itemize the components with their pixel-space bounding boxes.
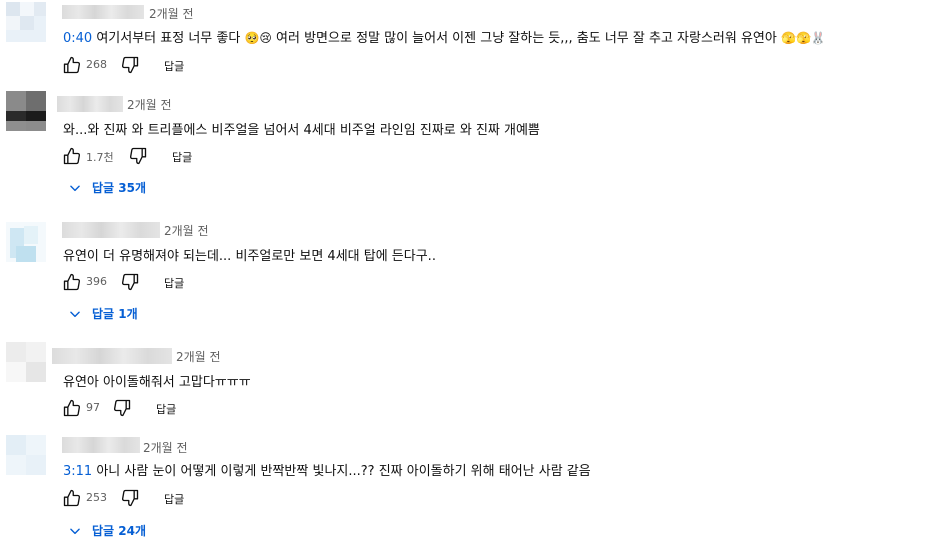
rabbit-emoji: 🐰 — [810, 31, 826, 45]
reply-button[interactable]: 답글 — [164, 491, 184, 507]
thumbs-down-icon[interactable] — [128, 146, 148, 166]
replies-count-label[interactable]: 답글 1개 — [92, 305, 138, 322]
thumbs-up-icon[interactable] — [62, 55, 82, 75]
avatar[interactable] — [6, 435, 46, 475]
replies-count-label[interactable]: 답글 24개 — [92, 522, 146, 539]
like-count: 1.7천 — [86, 151, 114, 164]
comment-time[interactable]: 2개월 전 — [143, 439, 188, 456]
chevron-down-icon — [70, 528, 80, 535]
author-name[interactable] — [57, 96, 123, 112]
face-emoji: 🫣 — [780, 31, 796, 45]
comment: 2개월 전 3:11 아니 사람 눈이 어떻게 이렇게 반짝반짝 빛나지...?… — [0, 432, 940, 547]
comment-time[interactable]: 2개월 전 — [164, 222, 209, 239]
comment: 2개월 전 와...와 진짜 와 트리플에스 비주얼을 넘어서 4세대 비주얼 … — [0, 88, 940, 208]
comment: 2개월 전 유연아 아이돌해줘서 고맙다ㅠㅠㅠ 97 답글 — [0, 340, 940, 425]
thumbs-up-icon[interactable] — [62, 398, 82, 418]
reply-button[interactable]: 답글 — [164, 58, 184, 74]
thumbs-down-icon[interactable] — [120, 55, 140, 75]
comment: 2개월 전 유연이 더 유명해져야 되는데... 비주얼로만 보면 4세대 탑에… — [0, 214, 940, 334]
timestamp-link[interactable]: 0:40 — [63, 31, 92, 46]
thumbs-down-icon[interactable] — [120, 272, 140, 292]
avatar[interactable] — [6, 342, 46, 382]
comment-actions: 253 답글 — [62, 488, 262, 510]
thumbs-up-icon[interactable] — [62, 272, 82, 292]
comment-text: 3:11 아니 사람 눈이 어떻게 이렇게 반짝반짝 빛나지...?? 진짜 아… — [63, 460, 591, 479]
comment-actions: 97 답글 — [62, 398, 262, 420]
comment-actions: 268 답글 — [62, 55, 262, 77]
chevron-down-icon — [70, 185, 80, 192]
avatar[interactable] — [6, 222, 46, 262]
chevron-down-icon — [70, 311, 80, 318]
view-replies-button[interactable]: 답글 35개 — [68, 179, 208, 199]
comment-text: 유연아 아이돌해줘서 고맙다ㅠㅠㅠ — [63, 375, 251, 390]
author-name[interactable] — [62, 437, 140, 453]
comment-text-part: 여기서부터 표정 너무 좋다 — [92, 31, 245, 46]
thumbs-up-icon[interactable] — [62, 488, 82, 508]
reply-button[interactable]: 답글 — [164, 275, 184, 291]
comment-text-part: 아니 사람 눈이 어떻게 이렇게 반짝반짝 빛나지...?? 진짜 아이돌하기 … — [92, 464, 591, 479]
thumbs-down-icon[interactable] — [112, 398, 132, 418]
comment-time[interactable]: 2개월 전 — [127, 96, 172, 113]
comment-text: 0:40 여기서부터 표정 너무 좋다 🥺😢 여러 방면으로 정말 많이 늘어서… — [63, 27, 826, 46]
like-count: 396 — [86, 275, 107, 288]
comment-actions: 1.7천 답글 — [62, 146, 262, 168]
comment-time[interactable]: 2개월 전 — [176, 348, 221, 365]
author-name[interactable] — [62, 222, 160, 238]
view-replies-button[interactable]: 답글 1개 — [68, 305, 188, 325]
face-emoji: 🫣 — [795, 31, 811, 45]
thumbs-up-icon[interactable] — [62, 146, 82, 166]
author-name[interactable] — [52, 348, 172, 364]
comment-text-part: 여러 방면으로 정말 많이 늘어서 이젠 그냥 잘하는 듯,,, 춤도 너무 잘… — [271, 31, 781, 46]
avatar[interactable] — [6, 91, 46, 131]
timestamp-link[interactable]: 3:11 — [63, 464, 92, 479]
avatar[interactable] — [6, 2, 46, 42]
comment-time[interactable]: 2개월 전 — [149, 5, 194, 22]
comment-actions: 396 답글 — [62, 272, 262, 294]
pleading-face-emoji: 🥺 — [244, 31, 260, 45]
view-replies-button[interactable]: 답글 24개 — [68, 522, 208, 542]
comment-text: 와...와 진짜 와 트리플에스 비주얼을 넘어서 4세대 비주얼 라인임 진짜… — [63, 123, 540, 138]
like-count: 253 — [86, 491, 107, 504]
crying-face-emoji: 😢 — [259, 31, 272, 45]
comment-text: 유연이 더 유명해져야 되는데... 비주얼로만 보면 4세대 탑에 든다구.. — [63, 249, 436, 264]
comment: 2개월 전 0:40 여기서부터 표정 너무 좋다 🥺😢 여러 방면으로 정말 … — [0, 0, 940, 80]
thumbs-down-icon[interactable] — [120, 488, 140, 508]
like-count: 268 — [86, 58, 107, 71]
like-count: 97 — [86, 401, 100, 414]
reply-button[interactable]: 답글 — [156, 401, 176, 417]
author-name[interactable] — [62, 5, 144, 19]
reply-button[interactable]: 답글 — [172, 149, 192, 165]
replies-count-label[interactable]: 답글 35개 — [92, 179, 146, 196]
